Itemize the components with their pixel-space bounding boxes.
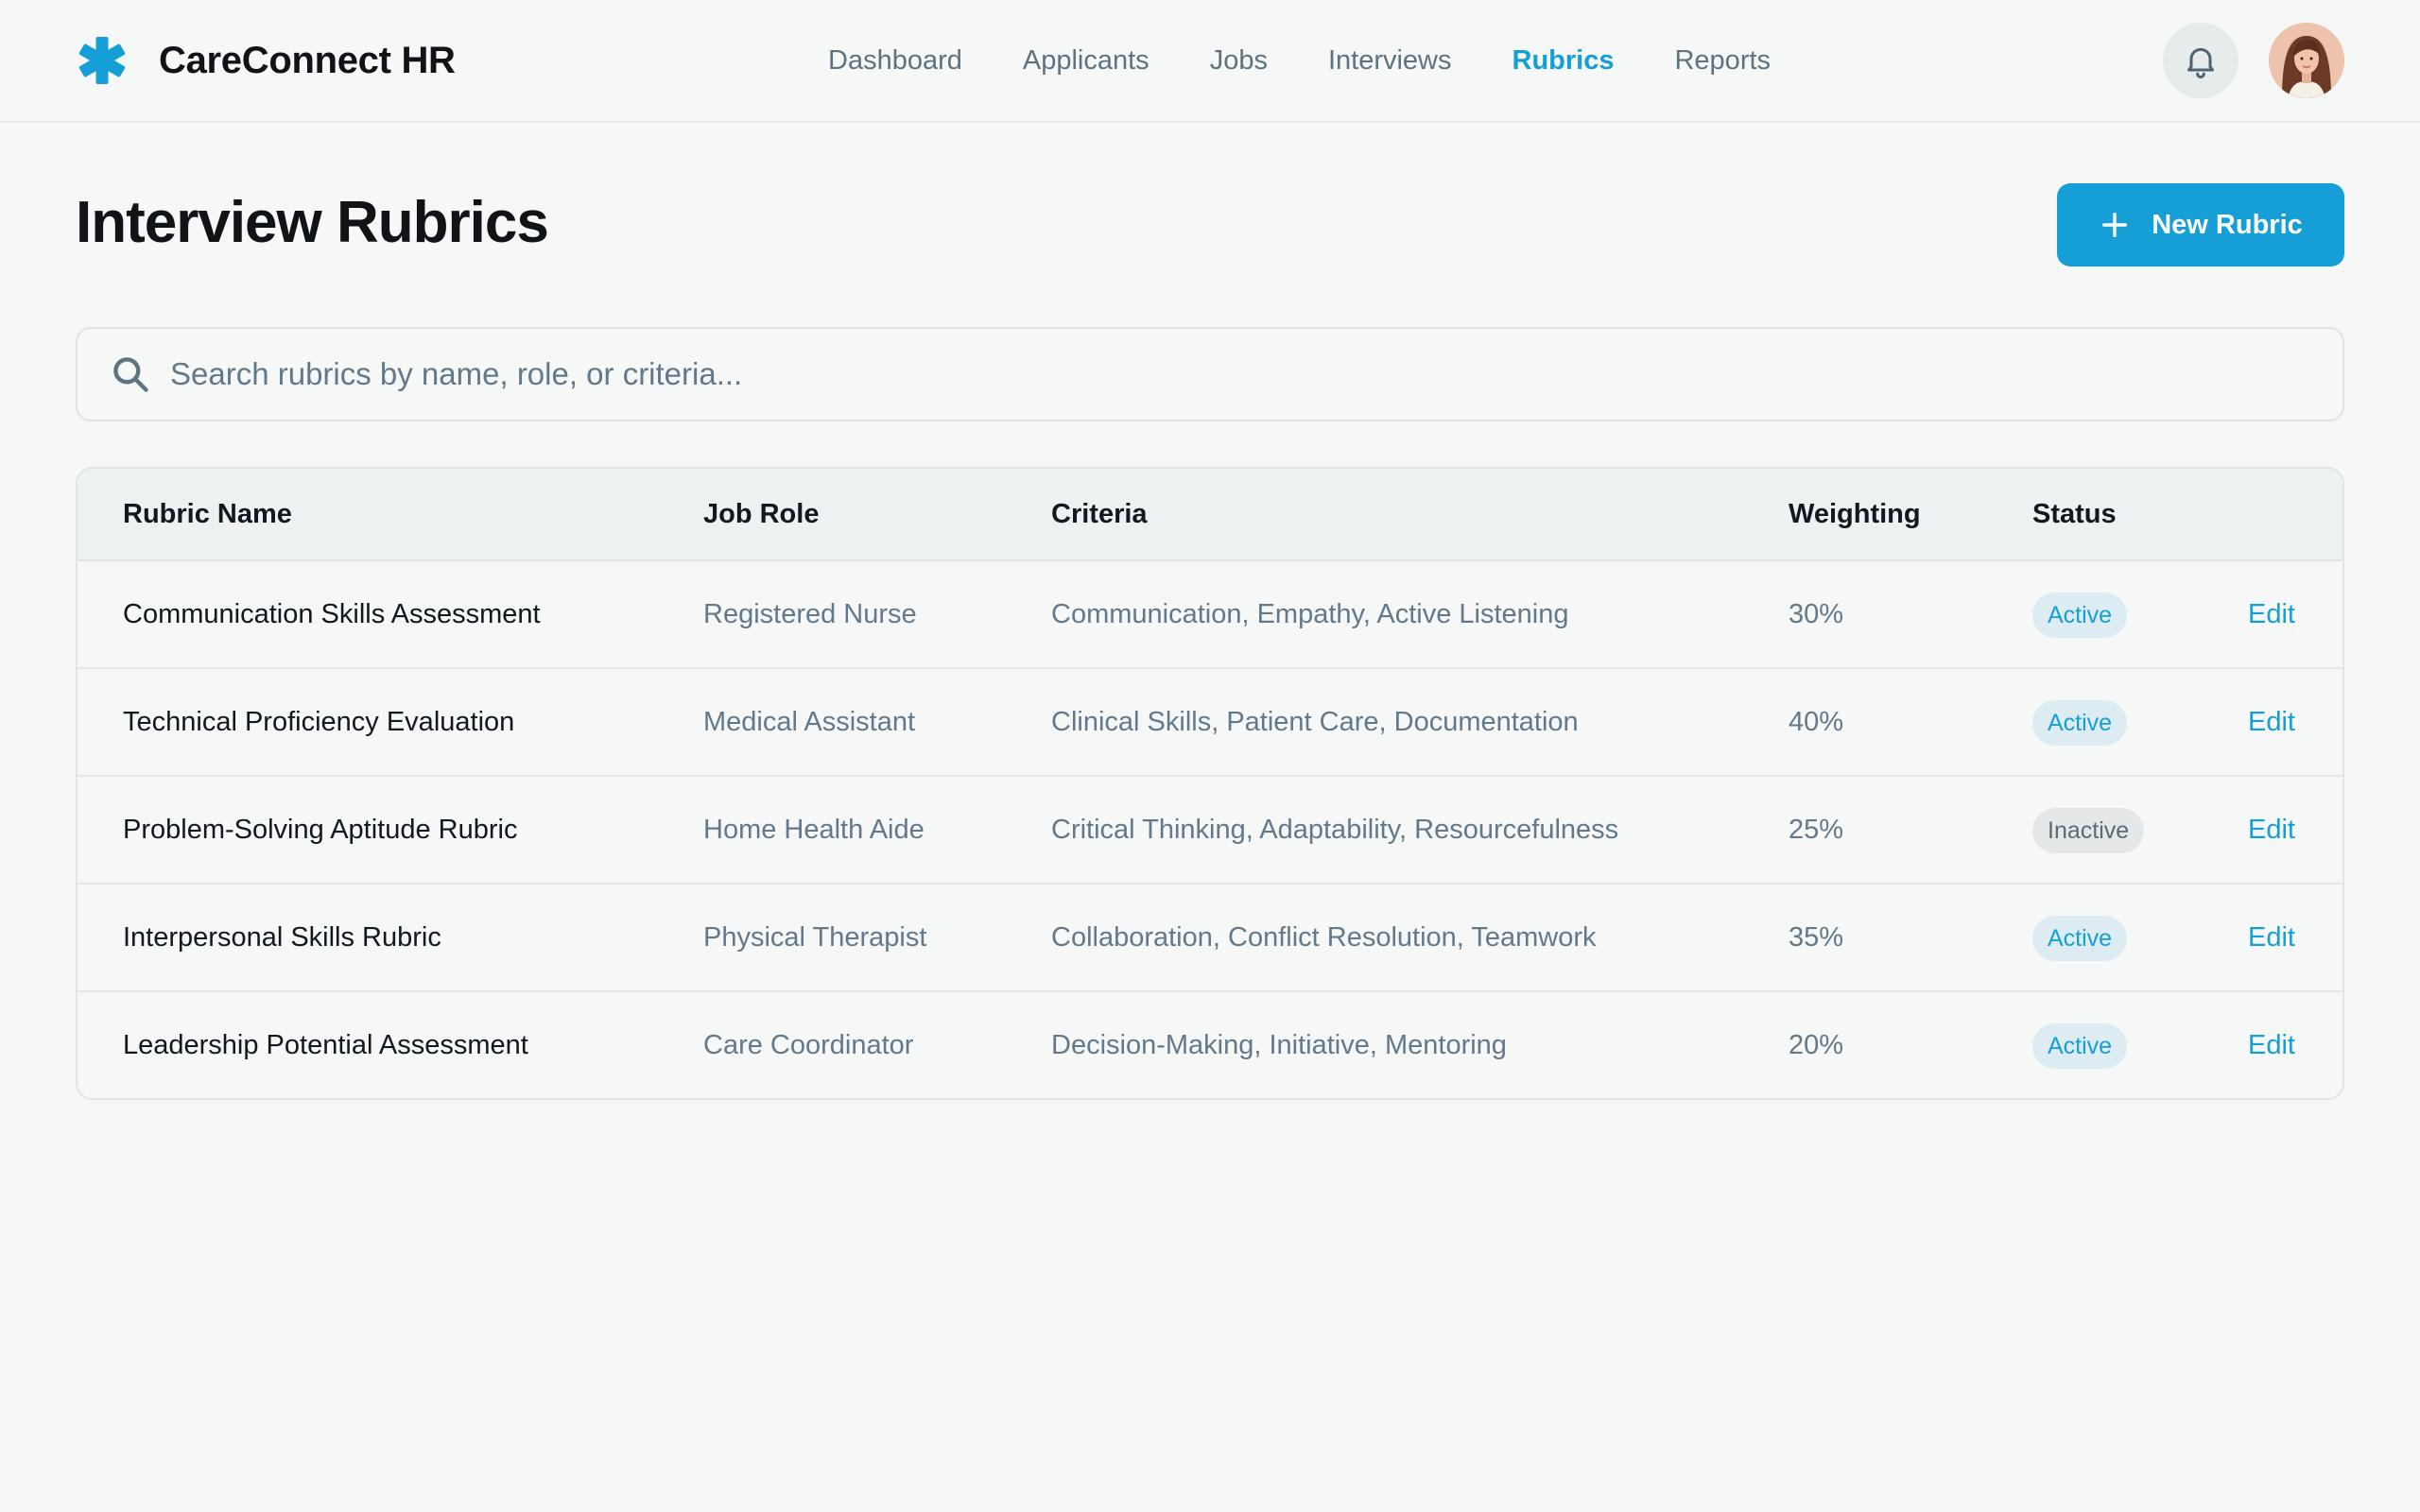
medical-asterisk-icon	[78, 37, 126, 84]
table-header: Rubric Name Job Role Criteria Weighting …	[78, 469, 2342, 561]
status-badge: Active	[2032, 700, 2128, 747]
nav-dashboard[interactable]: Dashboard	[828, 45, 962, 77]
column-header-status[interactable]: Status	[2032, 469, 2117, 559]
rubric-name: Interpersonal Skills Rubric	[123, 922, 441, 953]
search-input[interactable]	[170, 356, 2307, 392]
new-rubric-button[interactable]: New Rubric	[2057, 183, 2344, 266]
new-rubric-label: New Rubric	[2152, 209, 2303, 240]
status-badge: Inactive	[2032, 808, 2145, 854]
search-icon	[113, 357, 148, 392]
status-badge: Active	[2032, 916, 2128, 962]
table-row[interactable]: Interpersonal Skills Rubric Physical The…	[78, 885, 2342, 992]
column-header-weighting[interactable]: Weighting	[1789, 469, 1921, 559]
bell-icon	[2187, 47, 2214, 78]
criteria: Collaboration, Conflict Resolution, Team…	[1051, 922, 1597, 953]
criteria: Decision-Making, Initiative, Mentoring	[1051, 1030, 1507, 1060]
criteria: Communication, Empathy, Active Listening	[1051, 599, 1569, 629]
table-row[interactable]: Problem-Solving Aptitude Rubric Home Hea…	[78, 777, 2342, 885]
table-row[interactable]: Communication Skills Assessment Register…	[78, 561, 2342, 669]
avatar-portrait	[2269, 23, 2344, 98]
rubric-name: Leadership Potential Assessment	[123, 1030, 528, 1060]
status-cell: Active	[2032, 885, 2128, 990]
app-name: CareConnect HR	[159, 39, 456, 81]
job-role: Care Coordinator	[703, 1030, 914, 1060]
criteria: Clinical Skills, Patient Care, Documenta…	[1051, 707, 1579, 737]
weighting: 20%	[1789, 1030, 1844, 1060]
job-role: Home Health Aide	[703, 815, 925, 845]
brand[interactable]: CareConnect HR	[76, 34, 456, 87]
table-row[interactable]: Leadership Potential Assessment Care Coo…	[78, 992, 2342, 1098]
edit-link[interactable]: Edit	[2248, 885, 2295, 990]
weighting: 25%	[1789, 815, 1844, 845]
weighting: 30%	[1789, 599, 1844, 629]
status-badge: Active	[2032, 1023, 2128, 1070]
rubric-name: Problem-Solving Aptitude Rubric	[123, 815, 518, 845]
edit-link[interactable]: Edit	[2248, 561, 2295, 667]
notifications-button[interactable]	[2163, 23, 2238, 98]
status-cell: Active	[2032, 669, 2128, 775]
column-header-criteria[interactable]: Criteria	[1051, 469, 1148, 559]
job-role: Registered Nurse	[703, 599, 917, 629]
status-cell: Active	[2032, 561, 2128, 667]
search-bar	[76, 327, 2344, 421]
main-nav: Dashboard Applicants Jobs Interviews Rub…	[828, 36, 1831, 85]
user-avatar[interactable]	[2269, 23, 2344, 98]
rubric-name: Communication Skills Assessment	[123, 599, 541, 629]
weighting: 40%	[1789, 707, 1844, 737]
table-row[interactable]: Technical Proficiency Evaluation Medical…	[78, 669, 2342, 777]
nav-reports[interactable]: Reports	[1674, 45, 1771, 77]
edit-link[interactable]: Edit	[2248, 777, 2295, 883]
criteria: Critical Thinking, Adaptability, Resourc…	[1051, 815, 1619, 845]
nav-applicants[interactable]: Applicants	[1023, 45, 1150, 77]
status-cell: Active	[2032, 992, 2128, 1098]
nav-interviews[interactable]: Interviews	[1328, 45, 1452, 77]
nav-jobs[interactable]: Jobs	[1210, 45, 1268, 77]
plus-icon	[2102, 212, 2128, 238]
column-header-rubric-name[interactable]: Rubric Name	[123, 469, 292, 559]
status-badge: Active	[2032, 593, 2128, 639]
job-role: Physical Therapist	[703, 922, 927, 953]
rubrics-table: Rubric Name Job Role Criteria Weighting …	[76, 467, 2344, 1100]
nav-rubrics[interactable]: Rubrics	[1512, 45, 1615, 77]
rubric-name: Technical Proficiency Evaluation	[123, 707, 515, 737]
edit-link[interactable]: Edit	[2248, 669, 2295, 775]
status-cell: Inactive	[2032, 777, 2145, 883]
page-title: Interview Rubrics	[76, 190, 549, 255]
edit-link[interactable]: Edit	[2248, 992, 2295, 1098]
job-role: Medical Assistant	[703, 707, 916, 737]
top-navigation-bar: CareConnect HR Dashboard Applicants Jobs…	[0, 0, 2420, 123]
weighting: 35%	[1789, 922, 1844, 953]
column-header-job-role[interactable]: Job Role	[703, 469, 819, 559]
